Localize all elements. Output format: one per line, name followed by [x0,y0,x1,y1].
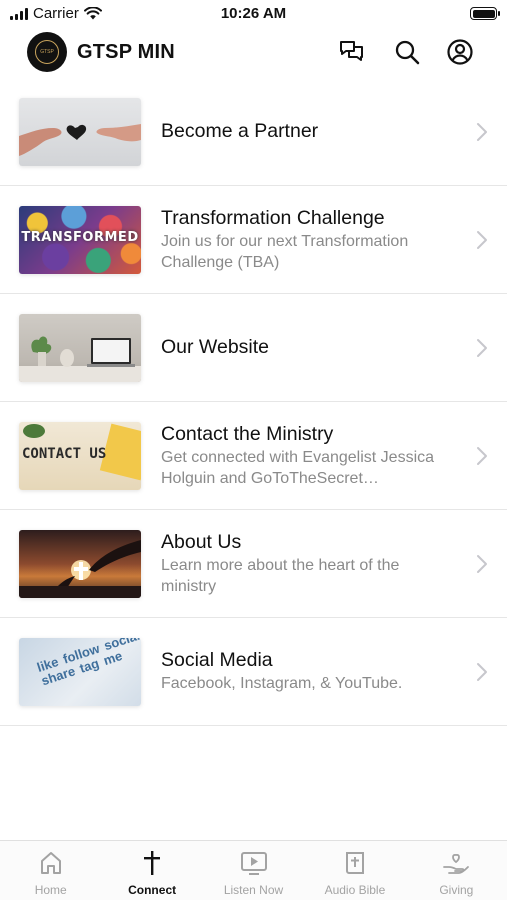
list-item-social-media[interactable]: like follow social share tag me Social M… [0,618,507,726]
tab-listen-now[interactable]: Listen Now [203,841,304,900]
tab-label: Audio Bible [324,883,386,897]
tab-home[interactable]: Home [0,841,101,900]
item-title: Social Media [161,649,273,671]
app-title: GTSP MIN [77,41,175,63]
user-circle-icon [447,39,473,65]
profile-button[interactable] [446,38,474,66]
partner-thumbnail [19,97,141,166]
item-text: Social Media Facebook, Instagram, & YouT… [161,649,452,694]
app-header: GTSP GTSP MIN [0,28,507,78]
website-thumbnail [19,313,141,382]
chevron-right-icon [477,446,487,465]
item-text: Contact the Ministry Get connected with … [161,423,452,489]
chevron-right-icon [477,338,487,357]
item-text: Become a Partner [161,120,452,143]
thumbnail-caption: CONTACT US [22,445,107,462]
status-bar: Carrier 10:26 AM [0,0,507,28]
giving-hand-icon [442,849,470,877]
list-item-contact-ministry[interactable]: CONTACT US Contact the Ministry Get conn… [0,402,507,510]
item-text: Transformation Challenge Join us for our… [161,207,452,273]
contact-thumbnail: CONTACT US [19,421,141,490]
tab-label: Home [34,883,67,897]
item-title: Become a Partner [161,120,319,142]
item-subtitle: Facebook, Instagram, & YouTube. [161,675,403,692]
tab-giving[interactable]: Giving [406,841,507,900]
bible-icon [341,849,369,877]
messages-button[interactable] [338,38,366,66]
item-title: About Us [161,530,242,553]
battery-icon [470,7,500,20]
about-thumbnail [19,529,141,598]
cross-icon [138,849,166,877]
chevron-right-icon [477,554,487,573]
status-time: 10:26 AM [220,5,287,22]
ministry-logo[interactable]: GTSP [27,32,67,72]
thumbnail-caption: like follow social share tag me [35,637,141,688]
search-icon [395,40,420,65]
item-title: Our Website [161,336,270,358]
logo-mark: GTSP [35,40,59,64]
thumbnail-caption: TRANSFORMED [21,229,139,245]
tab-bar: Home Connect Listen Now Audio Bible Givi… [0,840,507,900]
item-title: Contact the Ministry [161,422,334,445]
contact-leaf-decoration [23,423,45,438]
list-item-our-website[interactable]: Our Website [0,294,507,402]
search-button[interactable] [393,38,421,66]
tab-label: Connect [128,883,177,897]
desk-laptop-image [19,336,141,382]
tab-connect[interactable]: Connect [101,841,202,900]
item-subtitle: Learn more about the heart of the minist… [161,556,400,595]
connect-list: Become a Partner TRANSFORMED Transformat… [0,78,507,726]
tab-audio-bible[interactable]: Audio Bible [304,841,405,900]
home-icon [37,849,65,877]
list-item-transformation-challenge[interactable]: TRANSFORMED Transformation Challenge Joi… [0,186,507,294]
chevron-right-icon [477,230,487,249]
tab-label: Listen Now [223,883,284,897]
item-text: About Us Learn more about the heart of t… [161,531,452,597]
tab-label: Giving [439,883,474,897]
list-item-about-us[interactable]: About Us Learn more about the heart of t… [0,510,507,618]
hands-heart-image [19,123,141,156]
play-screen-icon [240,849,268,877]
chevron-right-icon [477,122,487,141]
chevron-right-icon [477,662,487,681]
social-thumbnail: like follow social share tag me [19,637,141,706]
item-subtitle: Get connected with Evangelist Jessica Ho… [161,448,435,487]
transformation-thumbnail: TRANSFORMED [19,205,141,274]
sunset-cross-image [19,539,141,598]
item-text: Our Website [161,336,452,359]
chat-bubbles-icon [340,41,363,61]
item-subtitle: Join us for our next Transformation Chal… [161,232,409,271]
item-title: Transformation Challenge [161,206,385,229]
list-item-become-partner[interactable]: Become a Partner [0,78,507,186]
